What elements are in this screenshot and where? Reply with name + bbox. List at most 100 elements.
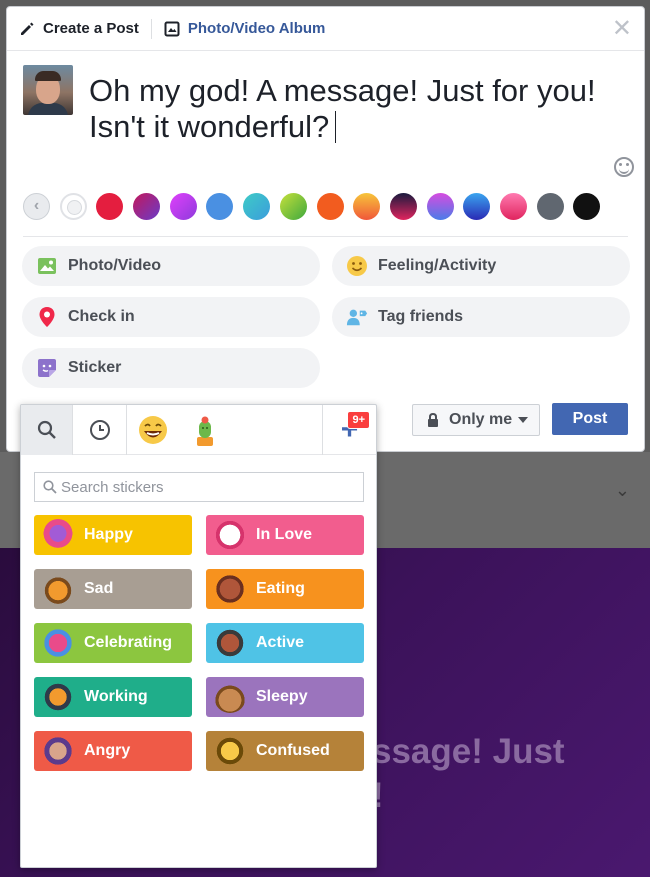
- swatch-prev-icon[interactable]: ‹: [23, 192, 50, 220]
- category-label: Sleepy: [256, 688, 308, 705]
- tab-divider: [150, 18, 152, 39]
- swatch-color[interactable]: [463, 192, 491, 220]
- category-active[interactable]: Active: [206, 623, 364, 663]
- swatch-color[interactable]: [133, 192, 161, 220]
- emoji-icon[interactable]: [614, 157, 634, 177]
- create-post-dialog: Create a Post Photo/Video Album ✕ Oh my …: [6, 6, 645, 452]
- composer-tabs: Create a Post Photo/Video Album: [7, 7, 644, 51]
- in-love-sticker-icon: [214, 519, 246, 551]
- swatch-color[interactable]: [499, 192, 527, 220]
- category-in-love[interactable]: In Love: [206, 515, 364, 555]
- search-icon: [43, 480, 57, 494]
- album-icon: [164, 21, 180, 36]
- swatch-color[interactable]: [316, 192, 344, 220]
- happy-sticker-icon: [42, 519, 74, 551]
- category-label: Celebrating: [84, 634, 173, 651]
- pencil-icon: [21, 22, 34, 35]
- category-label: Happy: [84, 526, 133, 543]
- swatch-color[interactable]: [169, 192, 197, 220]
- message-line-2: Isn't it wonderful?: [89, 109, 330, 144]
- swatch-plain[interactable]: [59, 192, 87, 220]
- section-divider: [23, 236, 628, 237]
- swatch-color[interactable]: [426, 192, 454, 220]
- working-sticker-icon: [42, 681, 74, 713]
- sticker-picker: + 9+ Happy In Love Sad Eating Celebratin…: [20, 404, 377, 868]
- sleepy-sticker-icon: [214, 681, 246, 713]
- sticker-button[interactable]: Sticker: [22, 348, 320, 388]
- swatch-color[interactable]: [279, 192, 307, 220]
- check-in-button[interactable]: Check in: [22, 297, 320, 337]
- tab-photo-video-album[interactable]: Photo/Video Album: [164, 20, 326, 37]
- sticker-label: Sticker: [68, 359, 122, 376]
- sticker-pack-tab[interactable]: [127, 405, 179, 455]
- category-label: Sad: [84, 580, 114, 597]
- eating-sticker-icon: [214, 573, 246, 605]
- check-in-label: Check in: [68, 308, 135, 325]
- confused-sticker-icon: [214, 735, 246, 767]
- active-sticker-icon: [214, 627, 246, 659]
- category-sad[interactable]: Sad: [34, 569, 192, 609]
- category-label: Confused: [256, 742, 330, 759]
- tag-friends-icon: [346, 306, 368, 328]
- tab-create-post[interactable]: Create a Post: [19, 20, 139, 37]
- photo-video-button[interactable]: Photo/Video: [22, 246, 320, 286]
- avatar: [23, 65, 73, 115]
- close-icon[interactable]: ✕: [612, 17, 632, 41]
- category-confused[interactable]: Confused: [206, 731, 364, 771]
- sticker-icon: [36, 357, 58, 379]
- category-sleepy[interactable]: Sleepy: [206, 677, 364, 717]
- category-working[interactable]: Working: [34, 677, 192, 717]
- post-message-input[interactable]: Oh my god! A message! Just for you! Isn'…: [89, 73, 609, 145]
- photo-icon: [36, 255, 58, 277]
- category-angry[interactable]: Angry: [34, 731, 192, 771]
- swatch-color[interactable]: [96, 192, 124, 220]
- background-post-text: ssage! Just !: [372, 732, 565, 815]
- tag-friends-button[interactable]: Tag friends: [332, 297, 630, 337]
- swatch-color[interactable]: [573, 192, 601, 220]
- photo-video-label: Photo/Video: [68, 257, 162, 274]
- tab-create-post-label: Create a Post: [43, 20, 139, 37]
- category-label: Eating: [256, 580, 305, 597]
- swatch-color[interactable]: [353, 192, 381, 220]
- background-color-picker: ‹: [23, 191, 610, 221]
- category-label: Working: [84, 688, 148, 705]
- category-happy[interactable]: Happy: [34, 515, 192, 555]
- privacy-selector[interactable]: Only me: [412, 404, 540, 436]
- sticker-pack-tab[interactable]: [179, 405, 231, 455]
- recent-stickers-tab[interactable]: [73, 405, 127, 455]
- tab-photo-video-album-label: Photo/Video Album: [187, 20, 326, 37]
- sticker-search-input[interactable]: [61, 478, 351, 496]
- smiley-icon: [346, 255, 368, 277]
- chevron-down-icon[interactable]: ⌄: [615, 480, 630, 501]
- notification-badge: 9+: [347, 411, 370, 429]
- swatch-color[interactable]: [206, 192, 234, 220]
- privacy-label: Only me: [449, 411, 513, 428]
- text-cursor: [335, 111, 337, 143]
- feeling-activity-label: Feeling/Activity: [378, 257, 497, 274]
- sad-sticker-icon: [42, 573, 74, 605]
- category-label: Active: [256, 634, 305, 651]
- lock-icon: [428, 413, 438, 427]
- sticker-tabs: + 9+: [21, 405, 376, 455]
- category-eating[interactable]: Eating: [206, 569, 364, 609]
- sticker-search-tab[interactable]: [21, 405, 73, 455]
- swatch-color[interactable]: [536, 192, 564, 220]
- caret-down-icon: [518, 417, 529, 423]
- angry-sticker-icon: [42, 735, 74, 767]
- search-icon: [37, 420, 56, 439]
- sticker-search-box[interactable]: [34, 472, 364, 502]
- cactus-icon: [197, 416, 213, 446]
- celebrating-sticker-icon: [42, 627, 74, 659]
- sticker-store-button[interactable]: + 9+: [322, 405, 376, 455]
- post-button[interactable]: Post: [552, 403, 628, 435]
- message-line-1: Oh my god! A message! Just for you!: [89, 73, 596, 108]
- location-pin-icon: [36, 306, 58, 328]
- swatch-color[interactable]: [389, 192, 417, 220]
- tag-friends-label: Tag friends: [378, 308, 464, 325]
- swatch-color[interactable]: [243, 192, 271, 220]
- category-celebrating[interactable]: Celebrating: [34, 623, 192, 663]
- laughing-face-icon: [139, 415, 167, 444]
- feeling-activity-button[interactable]: Feeling/Activity: [332, 246, 630, 286]
- category-label: In Love: [256, 526, 313, 543]
- category-label: Angry: [84, 742, 131, 759]
